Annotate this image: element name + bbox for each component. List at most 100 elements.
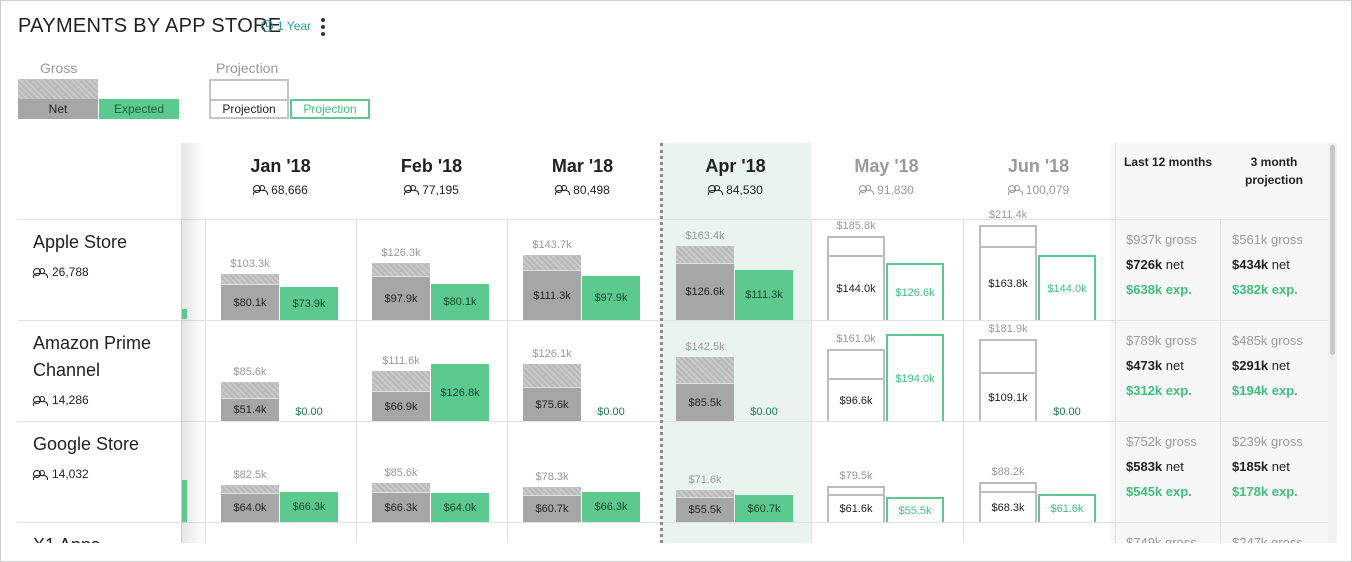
expected-bar[interactable]: $66.3k bbox=[582, 492, 640, 522]
expected-bar[interactable]: $61.6k bbox=[1038, 494, 1096, 522]
gross-value-label: $85.6k bbox=[384, 467, 418, 479]
expected-bar[interactable]: $80.1k bbox=[431, 284, 489, 320]
more-options-icon[interactable] bbox=[319, 17, 327, 37]
expected-zero-label: $0.00 bbox=[295, 406, 323, 418]
month-users-count: 100,079 bbox=[1025, 183, 1070, 197]
period-selector[interactable]: 1 Year bbox=[261, 19, 311, 33]
net-bar[interactable]: $163.8k bbox=[979, 246, 1037, 320]
month-label: Apr '18 bbox=[705, 156, 766, 176]
gross-bar[interactable] bbox=[221, 485, 279, 493]
month-header[interactable]: Apr '18 84,530 bbox=[660, 143, 811, 219]
month-label: Feb '18 bbox=[400, 156, 463, 176]
legend-projection-label: Projection bbox=[216, 60, 279, 76]
gross-bar[interactable] bbox=[372, 371, 430, 391]
month-users: 77,195 bbox=[356, 183, 507, 197]
net-bar[interactable]: $109.1k bbox=[979, 372, 1037, 421]
scrollbar-thumb[interactable] bbox=[1330, 145, 1335, 355]
gross-bar[interactable] bbox=[827, 486, 885, 494]
column-divider bbox=[205, 219, 206, 543]
expected-bar[interactable]: $194.0k bbox=[886, 334, 944, 421]
month-header[interactable]: Mar '18 80,498 bbox=[507, 143, 658, 219]
month-header[interactable]: May '18 91,830 bbox=[811, 143, 962, 219]
net-bar[interactable]: $66.3k bbox=[372, 492, 430, 522]
gross-bar[interactable] bbox=[979, 225, 1037, 246]
gross-bar[interactable] bbox=[827, 236, 885, 255]
store-row-label[interactable]: Amazon Prime Channel 14,286 bbox=[33, 330, 183, 414]
month-header[interactable]: Feb '18 77,195 bbox=[356, 143, 507, 219]
store-row-label[interactable]: Google Store 14,032 bbox=[33, 431, 183, 488]
payments-widget: PAYMENTS BY APP STORE 1 Year Gross Net E… bbox=[0, 0, 1352, 562]
net-bar[interactable]: $66.9k bbox=[372, 391, 430, 421]
summary-gross: $485k gross bbox=[1232, 333, 1303, 348]
net-bar[interactable]: $144.0k bbox=[827, 255, 885, 320]
month-header[interactable]: Jan '18 68,666 bbox=[205, 143, 356, 219]
expected-bar[interactable]: $126.6k bbox=[886, 263, 944, 320]
store-row-label[interactable]: X1 Apps bbox=[33, 532, 183, 543]
month-label: Mar '18 bbox=[551, 156, 614, 176]
month-users-count: 77,195 bbox=[422, 183, 459, 197]
gross-bar[interactable] bbox=[372, 483, 430, 492]
net-bar[interactable]: $68.3k bbox=[979, 491, 1037, 522]
expected-bar[interactable]: $73.9k bbox=[280, 287, 338, 320]
expected-bar[interactable]: $64.0k bbox=[431, 493, 489, 522]
store-users-count: 14,032 bbox=[52, 467, 89, 481]
vertical-scrollbar[interactable] bbox=[1328, 143, 1337, 543]
gross-bar[interactable] bbox=[523, 364, 581, 387]
expected-bar[interactable]: $60.7k bbox=[735, 495, 793, 522]
net-bar[interactable]: $51.4k bbox=[221, 398, 279, 421]
expected-zero-label: $0.00 bbox=[750, 406, 778, 418]
month-header[interactable]: Jun '18 100,079 bbox=[963, 143, 1114, 219]
gross-bar[interactable] bbox=[979, 482, 1037, 491]
summary-cell: $485k gross $291k net $194k exp. bbox=[1222, 328, 1326, 403]
month-users: 68,666 bbox=[205, 183, 356, 197]
gross-bar[interactable] bbox=[676, 490, 734, 497]
summary-gross: $561k gross bbox=[1232, 232, 1303, 247]
summary-expected: $312k exp. bbox=[1126, 383, 1192, 398]
legend-expected: Expected bbox=[99, 99, 179, 119]
gross-bar[interactable] bbox=[523, 255, 581, 270]
expected-zero-label: $0.00 bbox=[597, 406, 625, 418]
net-bar[interactable]: $85.5k bbox=[676, 383, 734, 421]
gross-value-label: $78.3k bbox=[535, 471, 569, 483]
summary-row-divider bbox=[1116, 219, 1328, 220]
net-bar[interactable]: $80.1k bbox=[221, 284, 279, 320]
gross-bar[interactable] bbox=[372, 263, 430, 276]
net-bar[interactable]: $96.6k bbox=[827, 378, 885, 421]
column-divider bbox=[811, 219, 812, 543]
users-icon bbox=[253, 185, 269, 195]
gross-bar[interactable] bbox=[221, 382, 279, 398]
net-bar[interactable]: $64.0k bbox=[221, 493, 279, 522]
expected-bar[interactable]: $97.9k bbox=[582, 276, 640, 320]
expected-bar[interactable]: $111.3k bbox=[735, 270, 793, 320]
store-name: Apple Store bbox=[33, 232, 128, 252]
net-bar[interactable]: $60.7k bbox=[523, 495, 581, 522]
net-bar[interactable]: $111.3k bbox=[523, 270, 581, 320]
net-bar[interactable]: $75.6k bbox=[523, 387, 581, 421]
gross-bar[interactable] bbox=[523, 487, 581, 495]
expected-bar[interactable]: $126.8k bbox=[431, 364, 489, 421]
summary-header-projection: 3 month projection bbox=[1244, 155, 1303, 187]
gross-bar[interactable] bbox=[221, 274, 279, 284]
gross-value-label: $142.5k bbox=[685, 341, 725, 353]
net-bar[interactable]: $61.6k bbox=[827, 494, 885, 522]
store-row-label[interactable]: Apple Store 26,788 bbox=[33, 229, 183, 286]
gross-bar[interactable] bbox=[979, 339, 1037, 372]
gross-bar[interactable] bbox=[827, 349, 885, 378]
summary-net: $473k net bbox=[1126, 358, 1184, 373]
period-label: 1 Year bbox=[277, 19, 312, 33]
store-name: Amazon Prime Channel bbox=[33, 333, 152, 380]
gross-bar[interactable] bbox=[676, 246, 734, 263]
net-bar[interactable]: $126.6k bbox=[676, 263, 734, 320]
store-name: Google Store bbox=[33, 434, 140, 454]
expected-bar[interactable]: $55.5k bbox=[886, 497, 944, 522]
legend-projection-gross-swatch bbox=[209, 79, 289, 99]
expected-bar[interactable]: $66.3k bbox=[280, 492, 338, 522]
net-bar[interactable]: $55.5k bbox=[676, 497, 734, 522]
gross-value-label: $111.6k bbox=[382, 355, 420, 367]
gross-bar[interactable] bbox=[676, 357, 734, 383]
summary-expected: $178k exp. bbox=[1232, 484, 1298, 499]
expected-bar[interactable]: $144.0k bbox=[1038, 255, 1096, 320]
net-bar[interactable]: $97.9k bbox=[372, 276, 430, 320]
column-divider bbox=[356, 219, 357, 543]
gross-value-label: $143.7k bbox=[532, 239, 572, 251]
